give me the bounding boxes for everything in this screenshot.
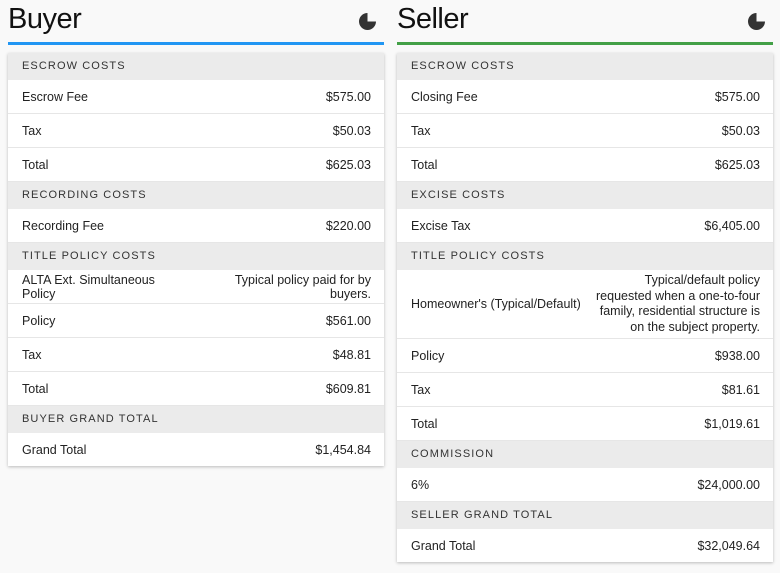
cost-label: Total [22, 157, 49, 172]
section-heading: SELLER GRAND TOTAL [397, 502, 773, 529]
cost-label: Total [411, 416, 438, 431]
cost-row: Homeowner's (Typical/Default) Typical/def… [397, 270, 773, 339]
cost-value: $24,000.00 [697, 477, 760, 492]
cost-value: $81.61 [721, 382, 760, 397]
cost-value: $32,049.64 [697, 538, 760, 553]
cost-value: Typical/default policy requested when a … [596, 273, 760, 334]
buyer-column: Buyer ESCROW COSTS Escrow Fee $575.00 Tax $5… [8, 0, 384, 466]
cost-row: Policy $938.00 [397, 339, 773, 373]
cost-row: Policy $561.00 [8, 304, 384, 338]
cost-row: Total $625.03 [397, 148, 773, 182]
cost-label: Recording Fee [22, 218, 104, 233]
section-heading: TITLE POLICY COSTS [397, 243, 773, 270]
cost-row: Escrow Fee $575.00 [8, 80, 384, 114]
cost-value: $625.03 [714, 157, 760, 172]
cost-value: $6,405.00 [704, 218, 760, 233]
section-heading: RECORDING COSTS [8, 182, 384, 209]
cost-label: ALTA Ext. Simultaneous Policy [22, 272, 155, 301]
cost-value: $575.00 [714, 89, 760, 104]
cost-row: Tax $50.03 [397, 114, 773, 148]
cost-value: $575.00 [325, 89, 371, 104]
cost-row: ALTA Ext. Simultaneous Policy Typical pol… [8, 270, 384, 304]
seller-title: Seller [397, 3, 469, 35]
section-heading: COMMISSION [397, 441, 773, 468]
cost-value: $1,454.84 [315, 442, 371, 457]
buyer-title: Buyer [8, 3, 82, 35]
cost-label: Policy [22, 313, 56, 328]
cost-row: Total $1,019.61 [397, 407, 773, 441]
cost-label: Excise Tax [411, 218, 471, 233]
section-heading: BUYER GRAND TOTAL [8, 406, 384, 433]
cost-value: $220.00 [325, 218, 371, 233]
section-heading: TITLE POLICY COSTS [8, 243, 384, 270]
cost-label: Homeowner's (Typical/Default) [411, 297, 581, 311]
cost-row: Grand Total $32,049.64 [397, 529, 773, 562]
cost-value: $1,019.61 [704, 416, 760, 431]
seller-cost-card: ESCROW COSTS Closing Fee $575.00 Tax $50.03 T… [397, 53, 773, 562]
cost-label: Tax [411, 123, 431, 138]
cost-value: $50.03 [332, 123, 371, 138]
cost-row: Grand Total $1,454.84 [8, 433, 384, 466]
cost-row: Total $609.81 [8, 372, 384, 406]
seller-header: Seller [397, 0, 773, 45]
cost-label: Total [22, 381, 49, 396]
cost-label: Tax [22, 347, 42, 362]
cost-value: $561.00 [325, 313, 371, 328]
cost-label: Closing Fee [411, 89, 478, 104]
section-heading: EXCISE COSTS [397, 182, 773, 209]
cost-row: Total $625.03 [8, 148, 384, 182]
cost-row: Excise Tax $6,405.00 [397, 209, 773, 243]
cost-row: Tax $81.61 [397, 373, 773, 407]
cost-label: Grand Total [411, 538, 476, 553]
cost-label: Policy [411, 348, 445, 363]
cost-row: Tax $50.03 [8, 114, 384, 148]
buyer-header: Buyer [8, 0, 384, 45]
buyer-cost-card: ESCROW COSTS Escrow Fee $575.00 Tax $50.03 To… [8, 53, 384, 466]
cost-value: $48.81 [332, 347, 371, 362]
pie-chart-icon[interactable] [359, 13, 376, 30]
cost-row: Recording Fee $220.00 [8, 209, 384, 243]
cost-value: $938.00 [714, 348, 760, 363]
section-heading: ESCROW COSTS [8, 53, 384, 80]
pie-chart-icon[interactable] [748, 13, 765, 30]
cost-value: $50.03 [721, 123, 760, 138]
cost-label: 6% [411, 477, 430, 492]
cost-label: Escrow Fee [22, 89, 88, 104]
cost-value: Typical policy paid for by buyers. [234, 272, 371, 301]
section-heading: ESCROW COSTS [397, 53, 773, 80]
cost-row: Closing Fee $575.00 [397, 80, 773, 114]
cost-row: Tax $48.81 [8, 338, 384, 372]
cost-label: Tax [22, 123, 42, 138]
cost-value: $609.81 [325, 381, 371, 396]
cost-value: $625.03 [325, 157, 371, 172]
seller-column: Seller ESCROW COSTS Closing Fee $575.00 Tax… [397, 0, 773, 562]
cost-label: Tax [411, 382, 431, 397]
cost-label: Total [411, 157, 438, 172]
cost-label: Grand Total [22, 442, 87, 457]
cost-row: 6% $24,000.00 [397, 468, 773, 502]
